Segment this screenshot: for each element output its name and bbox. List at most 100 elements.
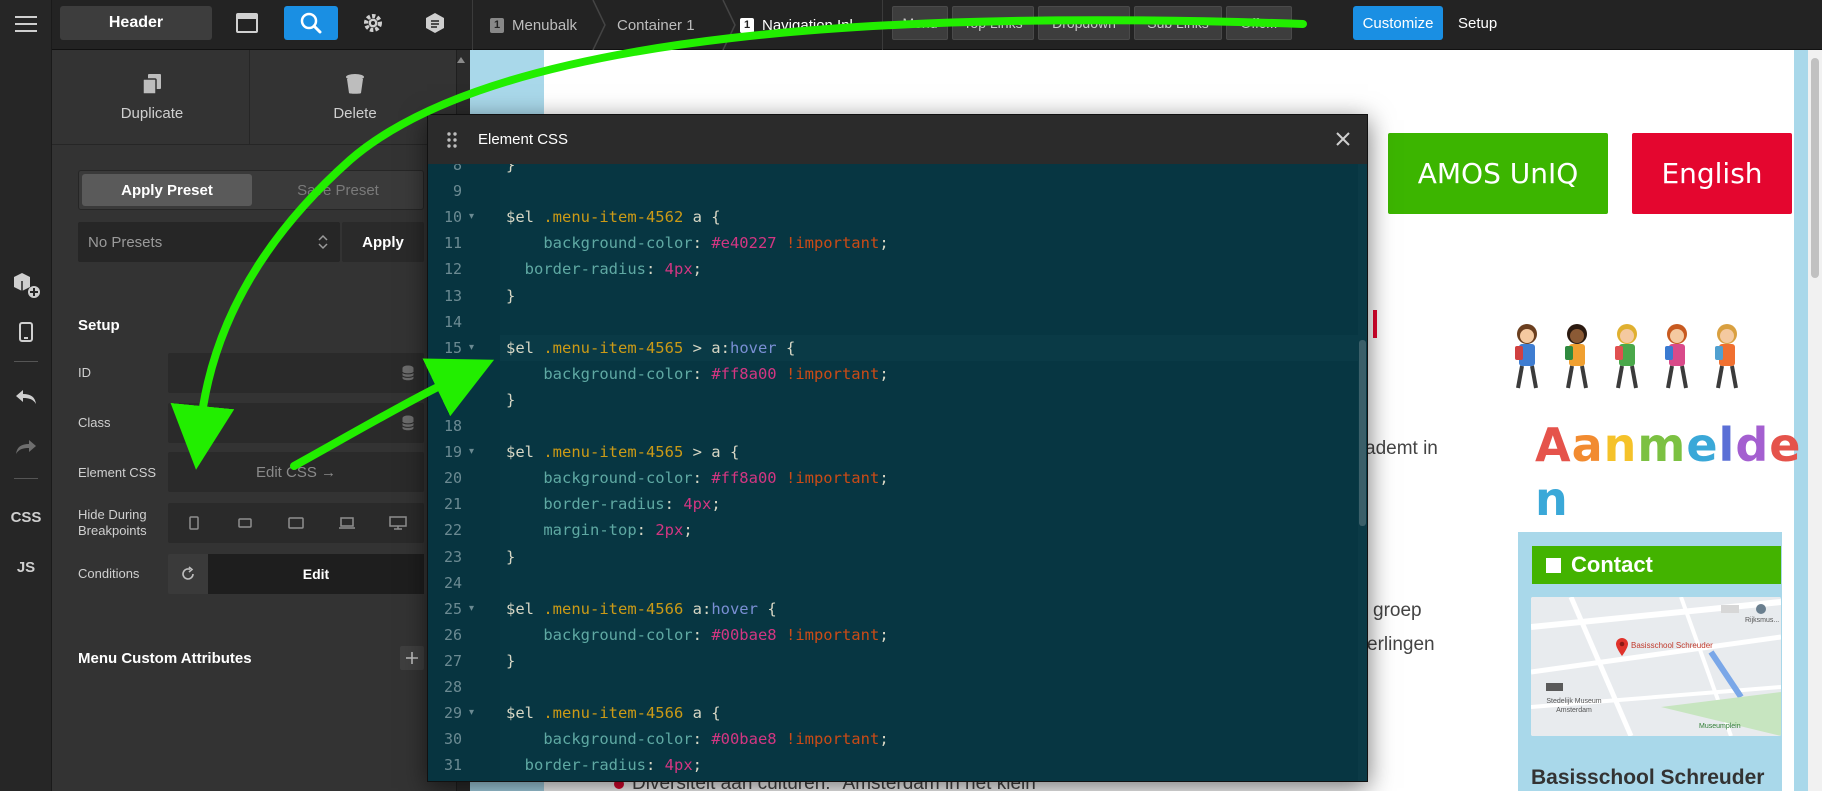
mobile-preview-icon[interactable] <box>0 316 52 348</box>
code-line[interactable]: $el .menu-item-4562 a { <box>506 208 721 226</box>
conditions-refresh-icon[interactable] <box>168 554 208 594</box>
fold-toggle-icon[interactable]: ▾ <box>469 211 474 222</box>
add-element-icon[interactable] <box>0 268 52 302</box>
code-line[interactable]: border-radius: 4px; <box>506 260 702 278</box>
add-attribute-button[interactable] <box>400 646 424 670</box>
line-number: 22 <box>443 521 462 540</box>
code-line[interactable]: } <box>506 652 515 670</box>
body-text-fragment: ademt in <box>1365 438 1438 459</box>
aanmelden-letter: l <box>1718 418 1736 472</box>
element-css-label: Element CSS <box>78 465 157 480</box>
duplicate-button[interactable]: Duplicate <box>52 50 252 145</box>
layout-icon[interactable] <box>220 6 274 40</box>
code-line[interactable]: margin-top: 2px; <box>506 521 692 539</box>
code-line[interactable]: $el .menu-item-4565 > a:hover { <box>506 339 795 357</box>
code-line[interactable]: background-color: #00bae8 !important; <box>506 730 888 748</box>
breadcrumb-container[interactable]: Container 1 <box>617 0 695 50</box>
child-tab-sub-links[interactable]: Sub Links <box>1134 6 1222 40</box>
drag-handle-icon[interactable] <box>446 131 458 149</box>
child-tab-dropdown[interactable]: Dropdown <box>1038 6 1130 40</box>
map-label-museum: Stedelijk Museum Amsterdam <box>1546 698 1602 714</box>
desktop-icon[interactable] <box>373 503 424 543</box>
line-number: 16 <box>443 364 462 383</box>
menu-custom-attributes-title: Menu Custom Attributes <box>78 650 252 667</box>
fold-toggle-icon[interactable]: ▾ <box>469 707 474 718</box>
code-line[interactable]: background-color: #ff8a00 !important; <box>506 469 888 487</box>
header-selector[interactable]: Header <box>60 6 212 40</box>
line-number: 27 <box>443 651 462 670</box>
code-line[interactable]: } <box>506 548 515 566</box>
phone-portrait-icon[interactable] <box>168 503 219 543</box>
contact-heading: Contact <box>1532 546 1781 584</box>
preset-select[interactable]: No Presets <box>78 222 340 262</box>
tablet-icon[interactable] <box>270 503 321 543</box>
fold-toggle-icon[interactable]: ▾ <box>469 603 474 614</box>
hamburger-menu-icon[interactable] <box>0 8 52 40</box>
child-tab-top-links[interactable]: Top Links <box>952 6 1034 40</box>
undo-icon[interactable] <box>0 382 52 412</box>
panel-scroll-up-icon[interactable] <box>455 54 467 66</box>
code-line[interactable]: border-radius: 4px; <box>506 495 720 513</box>
apply-preset-button[interactable]: Apply <box>342 222 424 262</box>
fold-toggle-icon[interactable]: ▾ <box>469 446 474 457</box>
gear-icon[interactable] <box>346 6 400 40</box>
line-number: 12 <box>443 260 462 279</box>
close-icon[interactable] <box>1333 129 1353 149</box>
location-map[interactable]: Basisschool Schreuder Stedelijk Museum A… <box>1531 597 1781 736</box>
aanmelden-logo[interactable]: Aanmelden <box>1535 418 1822 526</box>
code-line[interactable]: $el .menu-item-4565 > a { <box>506 443 739 461</box>
code-line[interactable]: $el .menu-item-4566 a:hover { <box>506 600 777 618</box>
child-tab-menu[interactable]: Menu <box>892 6 948 40</box>
code-line[interactable]: $el .menu-item-4566 a { <box>506 704 721 722</box>
database-icon <box>402 365 414 381</box>
apply-preset-tab[interactable]: Apply Preset <box>82 174 252 206</box>
code-line[interactable]: background-color: #e40227 !important; <box>506 234 888 252</box>
aanmelden-letter: m <box>1637 418 1687 472</box>
breakpoint-toggles <box>168 503 424 543</box>
aanmelden-letter: d <box>1735 418 1770 472</box>
english-button[interactable]: English <box>1632 133 1792 214</box>
stack-icon[interactable] <box>408 6 462 40</box>
id-field[interactable] <box>168 353 424 393</box>
delete-button[interactable]: Delete <box>255 50 455 145</box>
code-line[interactable]: } <box>506 287 515 305</box>
fold-toggle-icon[interactable]: ▾ <box>469 342 474 353</box>
aanmelden-letter: A <box>1535 418 1572 472</box>
save-preset-tab[interactable]: Save Preset <box>254 174 422 206</box>
phone-landscape-icon[interactable] <box>219 503 270 543</box>
duplicate-icon <box>142 74 161 95</box>
line-number: 10 <box>443 208 462 227</box>
search-icon[interactable] <box>284 6 338 40</box>
breadcrumb-menubalk[interactable]: 1 Menubalk <box>490 0 577 50</box>
conditions-edit-button[interactable]: Edit <box>208 554 424 594</box>
amos-uniq-button[interactable]: AMOS UnIQ <box>1388 133 1608 214</box>
id-label: ID <box>78 365 91 380</box>
child-tab-offcanvas[interactable]: Offc... <box>1226 6 1292 40</box>
database-icon <box>402 415 414 431</box>
redo-icon[interactable] <box>0 432 52 462</box>
editor-scrollbar[interactable] <box>1358 164 1367 781</box>
class-field[interactable] <box>168 403 424 443</box>
customize-button[interactable]: Customize <box>1353 6 1443 40</box>
line-number: 28 <box>443 678 462 696</box>
setup-button[interactable]: Setup <box>1458 6 1497 40</box>
map-label-rijks: Rijksmus... <box>1745 617 1780 624</box>
js-button[interactable]: JS <box>0 552 52 582</box>
line-number: 15 <box>443 338 462 357</box>
code-line[interactable]: } <box>506 391 515 409</box>
breadcrumb-separator <box>722 0 736 50</box>
modal-header[interactable]: Element CSS <box>428 115 1367 164</box>
edit-css-button[interactable]: Edit CSS → <box>168 452 424 492</box>
body-text-fragment: groep <box>1373 600 1422 621</box>
code-line[interactable]: border-radius: 4px; <box>506 756 702 774</box>
breadcrumb-navigation[interactable]: 1 Navigation Inl... <box>740 0 865 50</box>
code-lines[interactable]: 8} 9 10 ▾ $el .menu-item-4562 a {11 backgrou… <box>428 164 1358 781</box>
css-button[interactable]: CSS <box>0 502 52 532</box>
chevron-updown-icon <box>318 234 328 250</box>
laptop-icon[interactable] <box>322 503 373 543</box>
code-line[interactable]: background-color: #00bae8 !important; <box>506 626 888 644</box>
code-line[interactable]: } <box>506 164 515 174</box>
code-line[interactable]: background-color: #ff8a00 !important; <box>506 365 888 383</box>
line-number: 25 <box>443 599 462 618</box>
settings-panel: Duplicate Delete Apply Preset Save Prese… <box>52 50 457 791</box>
